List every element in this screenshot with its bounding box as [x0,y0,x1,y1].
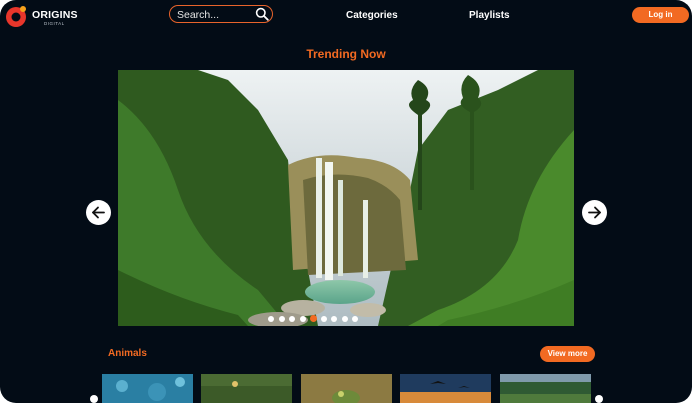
carousel-prev-button[interactable] [86,200,111,225]
row-prev-button[interactable] [90,395,98,403]
carousel-dot[interactable] [320,316,327,322]
video-thumbnail[interactable] [500,374,591,403]
login-button[interactable]: Log in [632,7,689,23]
search-input[interactable] [175,7,255,22]
video-thumbnail[interactable] [201,374,292,403]
nav-playlists[interactable]: Playlists [469,10,510,21]
arrow-left-icon [92,206,105,219]
row-next-button[interactable] [595,395,603,403]
logo-name: ORIGINS [32,9,78,21]
carousel-dot[interactable] [352,316,358,322]
video-thumbnail[interactable] [400,374,491,403]
carousel-dot[interactable] [268,316,274,322]
origins-digital-logo[interactable]: ORIGINS DIGITAL [4,3,84,29]
carousel-dot[interactable] [331,316,337,322]
carousel-next-button[interactable] [582,200,607,225]
carousel-dot[interactable] [341,316,348,322]
view-more-button[interactable]: View more [540,346,595,362]
hero-slide-image[interactable] [118,70,574,326]
search-icon[interactable] [255,7,269,21]
carousel-dots [268,314,388,324]
logo-sub: DIGITAL [44,21,65,26]
carousel-dot[interactable] [299,316,306,322]
logo-mark-icon [6,6,26,27]
app-frame: ORIGINS DIGITAL Categories Playlists Log… [0,0,692,403]
video-thumbnail[interactable] [301,374,392,403]
section-title-animals: Animals [108,348,147,359]
video-thumbnail[interactable] [102,374,193,403]
nav-categories[interactable]: Categories [346,10,398,21]
trending-title: Trending Now [306,47,386,61]
search-box[interactable] [169,5,273,23]
carousel-dot[interactable] [278,316,285,322]
carousel-dot[interactable] [310,315,317,322]
arrow-right-icon [588,206,601,219]
carousel-dot[interactable] [289,316,295,322]
